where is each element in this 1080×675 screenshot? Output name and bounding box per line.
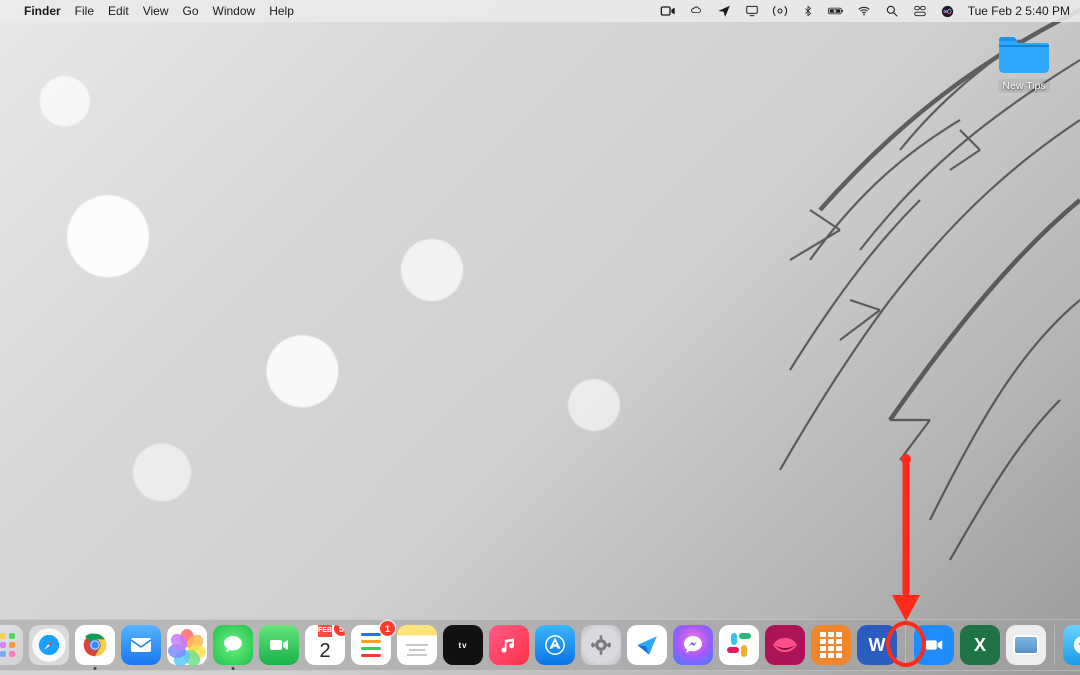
dock-app-mail[interactable]	[121, 625, 161, 665]
desktop-folder-label: New Tips	[998, 79, 1049, 93]
menubar-item-go[interactable]: Go	[183, 4, 199, 18]
dock-app-word[interactable]: W	[857, 625, 897, 665]
preview-photo-icon	[1015, 637, 1037, 653]
dock-app-messages[interactable]	[213, 625, 253, 665]
reminders-badge: 1	[380, 621, 395, 636]
dock-app-chrome[interactable]	[75, 625, 115, 665]
word-w-icon: W	[869, 635, 886, 656]
gear-icon	[588, 632, 614, 658]
dock-app-excel[interactable]: X	[960, 625, 1000, 665]
download-arrow-icon	[1072, 634, 1080, 656]
menubar-item-view[interactable]: View	[143, 4, 169, 18]
wallpaper-branches	[460, 0, 1080, 620]
appstore-a-icon	[544, 634, 566, 656]
menubar-app-name[interactable]: Finder	[24, 4, 61, 18]
paper-plane-icon[interactable]	[716, 3, 732, 19]
excel-x-icon: X	[974, 635, 986, 656]
dock-app-safari[interactable]	[29, 625, 69, 665]
desktop-folder-new-tips[interactable]: New Tips	[988, 32, 1060, 93]
dock-app-appstore[interactable]	[535, 625, 575, 665]
dock-app-iphonelife[interactable]	[765, 625, 805, 665]
dock-app-notes[interactable]	[397, 625, 437, 665]
notes-icon	[406, 641, 428, 656]
dock-separator-right	[1054, 625, 1055, 665]
menubar-item-edit[interactable]: Edit	[108, 4, 129, 18]
dock-app-spark[interactable]	[627, 625, 667, 665]
dock: FEB 2 5 1 tv	[0, 619, 1080, 671]
zoom-camera-icon	[923, 634, 945, 656]
dock-app-calculator[interactable]	[811, 625, 851, 665]
siri-icon[interactable]	[940, 3, 956, 19]
dock-app-photos[interactable]	[167, 625, 207, 665]
launchpad-grid-icon	[0, 633, 15, 657]
menubar-item-window[interactable]: Window	[213, 4, 256, 18]
menubar: Finder File Edit View Go Window Help	[0, 0, 1080, 22]
spotlight-search-icon[interactable]	[884, 3, 900, 19]
lips-icon	[771, 635, 799, 655]
dock-app-music[interactable]	[489, 625, 529, 665]
calculator-grid-icon	[820, 632, 842, 658]
dock-separator-recent	[905, 625, 906, 665]
dock-downloads-stack[interactable]	[1063, 625, 1080, 665]
dock-app-launchpad[interactable]	[0, 625, 23, 665]
calendar-month-label: FEB	[318, 625, 332, 637]
bluetooth-icon[interactable]	[800, 3, 816, 19]
dock-app-zoom[interactable]	[914, 625, 954, 665]
calendar-day-label: 2	[319, 637, 330, 665]
menubar-left: Finder File Edit View Go Window Help	[10, 4, 294, 18]
slack-hash-icon	[727, 633, 751, 657]
menubar-item-help[interactable]: Help	[269, 4, 294, 18]
video-call-status-icon[interactable]	[660, 3, 676, 19]
reminders-lines-icon	[361, 633, 381, 657]
calendar-badge: 5	[334, 625, 345, 636]
menubar-item-file[interactable]: File	[75, 4, 94, 18]
video-camera-icon	[267, 633, 291, 657]
messenger-bolt-icon	[681, 633, 705, 657]
display-mirroring-icon[interactable]	[744, 3, 760, 19]
control-center-icon[interactable]	[912, 3, 928, 19]
menubar-datetime[interactable]: Tue Feb 2 5:40 PM	[968, 4, 1070, 18]
dock-app-reminders[interactable]: 1	[351, 625, 391, 665]
dock-app-tv[interactable]: tv	[443, 625, 483, 665]
battery-icon[interactable]	[828, 3, 844, 19]
creative-cloud-icon[interactable]	[688, 3, 704, 19]
dock-app-messenger[interactable]	[673, 625, 713, 665]
dock-app-slack[interactable]	[719, 625, 759, 665]
dock-app-facetime[interactable]	[259, 625, 299, 665]
compass-icon	[35, 631, 63, 659]
tv-icon: tv	[458, 641, 467, 650]
dock-app-system-preferences[interactable]	[581, 625, 621, 665]
dock-app-preview[interactable]	[1006, 625, 1046, 665]
airdrop-icon[interactable]	[772, 3, 788, 19]
envelope-icon	[129, 633, 153, 657]
spark-plane-icon	[634, 632, 660, 658]
dock-app-calendar[interactable]: FEB 2 5	[305, 625, 345, 665]
folder-icon	[996, 32, 1052, 76]
chrome-icon	[80, 630, 110, 660]
music-note-icon	[499, 635, 519, 655]
speech-bubble-icon	[221, 633, 245, 657]
wifi-icon[interactable]	[856, 3, 872, 19]
menubar-right: Tue Feb 2 5:40 PM	[660, 3, 1070, 19]
photos-flower-icon	[173, 631, 201, 659]
